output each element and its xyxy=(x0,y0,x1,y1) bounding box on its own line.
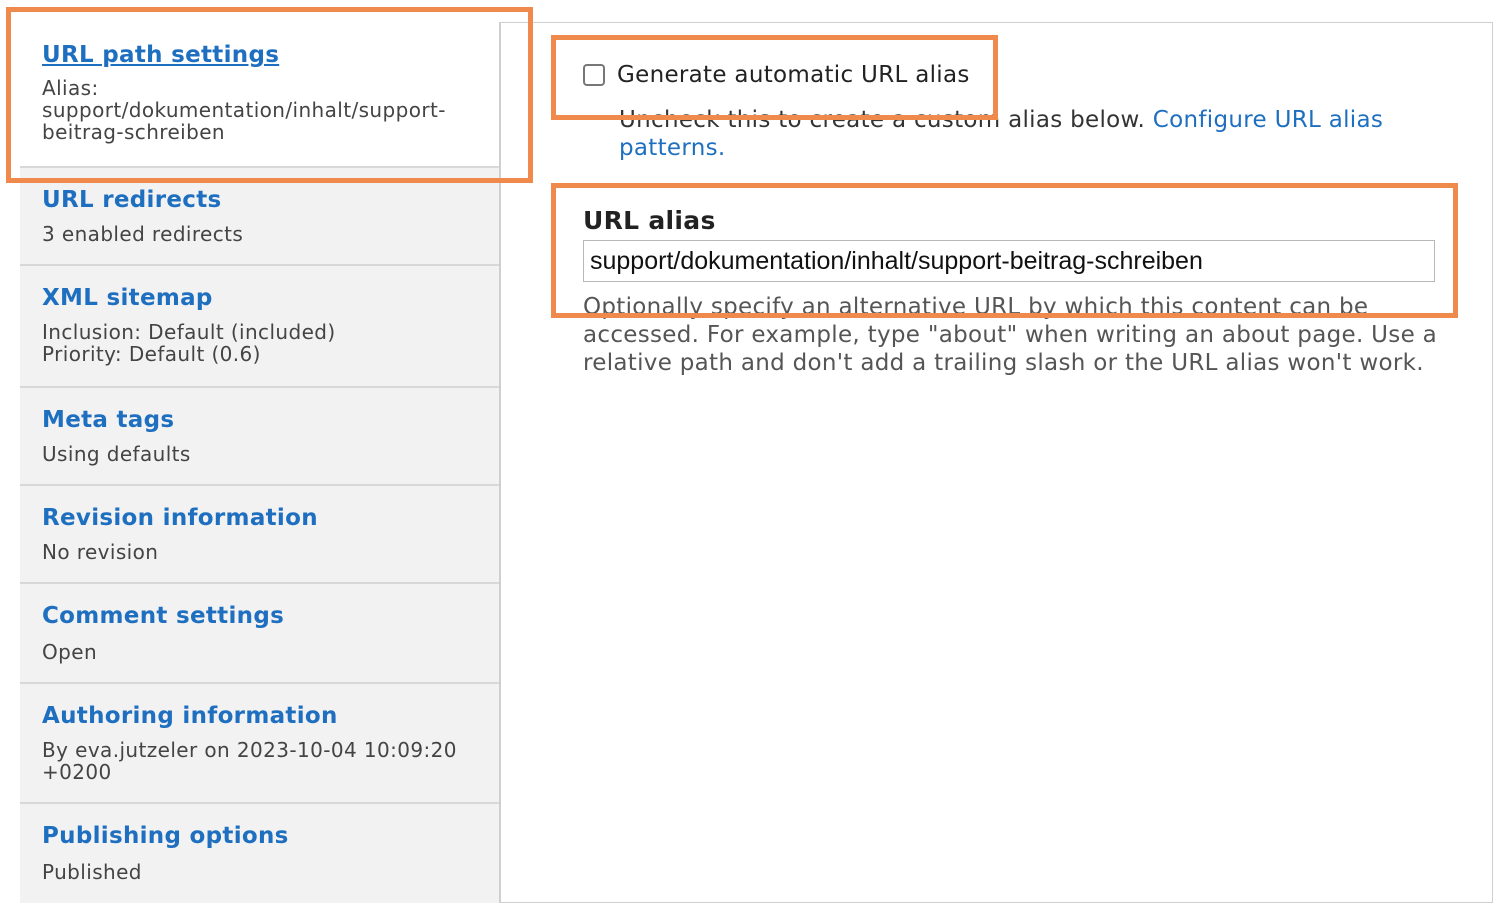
tab-title[interactable]: Comment settings xyxy=(42,602,499,630)
tab-title[interactable]: URL path settings xyxy=(42,41,499,69)
tab-title[interactable]: URL redirects xyxy=(42,186,499,214)
tab-summary: Inclusion: Default (included) Priority: … xyxy=(42,320,336,366)
auto-alias-checkbox-row[interactable]: Generate automatic URL alias xyxy=(583,62,970,88)
tab-url-redirects[interactable]: URL redirects 3 enabled redirects xyxy=(20,168,499,266)
vertical-tabs-sidebar: URL path settings Alias: support/dokumen… xyxy=(20,22,501,903)
tab-authoring-information[interactable]: Authoring information By eva.jutzeler on… xyxy=(20,684,499,804)
tab-title[interactable]: XML sitemap xyxy=(42,284,499,312)
auto-alias-label[interactable]: Generate automatic URL alias xyxy=(617,62,970,88)
tab-summary: By eva.jutzeler on 2023-10-04 10:09:20 +… xyxy=(42,738,457,784)
tab-summary: Alias: support/dokumentation/inhalt/supp… xyxy=(42,76,446,144)
tab-comment-settings[interactable]: Comment settings Open xyxy=(20,584,499,684)
auto-alias-description: Uncheck this to create a custom alias be… xyxy=(619,106,1409,162)
tab-title[interactable]: Authoring information xyxy=(42,702,499,730)
url-alias-input[interactable] xyxy=(583,240,1435,282)
tab-summary: Published xyxy=(42,860,142,884)
tab-title[interactable]: Publishing options xyxy=(42,822,499,850)
tab-summary: No revision xyxy=(42,540,159,564)
auto-alias-checkbox[interactable] xyxy=(583,64,605,86)
tab-summary: Open xyxy=(42,640,98,664)
auto-alias-description-text: Uncheck this to create a custom alias be… xyxy=(619,107,1146,133)
tab-xml-sitemap[interactable]: XML sitemap Inclusion: Default (included… xyxy=(20,266,499,388)
url-alias-label: URL alias xyxy=(583,206,716,235)
tab-publishing-options[interactable]: Publishing options Published xyxy=(20,804,499,903)
tab-meta-tags[interactable]: Meta tags Using defaults xyxy=(20,388,499,486)
tab-url-path-settings[interactable]: URL path settings Alias: support/dokumen… xyxy=(20,22,499,168)
tab-title[interactable]: Meta tags xyxy=(42,406,499,434)
tab-title[interactable]: Revision information xyxy=(42,504,499,532)
url-alias-description: Optionally specify an alternative URL by… xyxy=(583,294,1438,376)
url-path-settings-pane: Generate automatic URL alias Uncheck thi… xyxy=(501,22,1493,903)
tab-summary: 3 enabled redirects xyxy=(42,222,244,246)
tab-summary: Using defaults xyxy=(42,442,191,466)
tab-revision-information[interactable]: Revision information No revision xyxy=(20,486,499,584)
